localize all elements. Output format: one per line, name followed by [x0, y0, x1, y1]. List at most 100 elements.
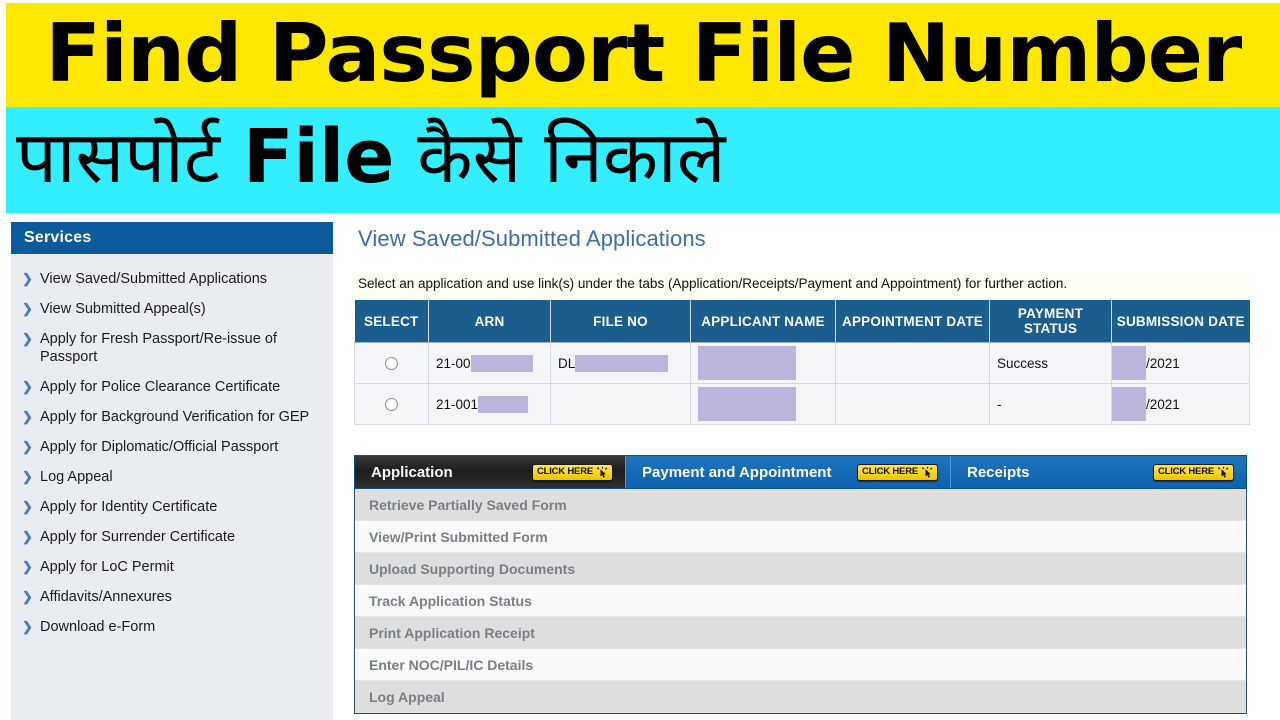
- sidebar-item-10[interactable]: ❯ Affidavits/Annexures: [11, 588, 334, 606]
- sidebar-item-6[interactable]: ❯ Log Appeal: [11, 468, 334, 486]
- panel-link-0[interactable]: Retrieve Partially Saved Form: [355, 489, 1246, 521]
- panel-link-4[interactable]: Print Application Receipt: [355, 617, 1246, 649]
- panel-link-5[interactable]: Enter NOC/PIL/IC Details: [355, 649, 1246, 681]
- cell-applicant-name: [690, 342, 836, 384]
- click-cursor-icon: [596, 466, 608, 478]
- cell-select[interactable]: [354, 342, 429, 384]
- file-no-value: DL: [558, 343, 683, 383]
- instruction-text: Select an application and use link(s) un…: [354, 274, 1250, 299]
- sidebar-item-label: Apply for Surrender Certificate: [40, 529, 236, 545]
- click-here-label: CLICK HERE: [1157, 466, 1214, 477]
- redaction-block: [575, 354, 669, 372]
- column-header-select: SELECT: [354, 300, 429, 343]
- cell-appointment-date: [835, 383, 990, 425]
- arn-value: 21-00: [436, 343, 543, 383]
- sidebar-item-1[interactable]: ❯ View Submitted Appeal(s): [11, 300, 334, 318]
- sidebar-item-3[interactable]: ❯ Apply for Police Clearance Certificate: [11, 378, 334, 396]
- panel-link-1[interactable]: View/Print Submitted Form: [355, 521, 1246, 553]
- tab-label: Application: [371, 463, 453, 481]
- click-here-badge[interactable]: CLICK HERE: [1152, 463, 1234, 481]
- sidebar-item-label: Apply for Fresh Passport/Re-issue of Pas…: [40, 331, 277, 365]
- panel-link-label: Retrieve Partially Saved Form: [369, 496, 567, 513]
- chevron-right-icon: ❯: [22, 379, 33, 394]
- applications-table: SELECT ARN FILE NO APPLICANT NAME APPOIN…: [354, 300, 1250, 425]
- cell-submission-date: /2021: [1111, 383, 1250, 425]
- cell-applicant-name: [690, 383, 836, 425]
- table-row[interactable]: 21-00 DL Success/2021: [354, 342, 1250, 384]
- applicant-name-value: [698, 384, 828, 424]
- sidebar-header: Services: [11, 222, 334, 254]
- chevron-right-icon: ❯: [22, 619, 33, 634]
- row-radio-1[interactable]: [385, 397, 398, 411]
- arn-prefix: 21-00: [436, 355, 471, 371]
- sidebar-item-label: Apply for Police Clearance Certificate: [40, 379, 281, 395]
- sidebar-item-4[interactable]: ❯ Apply for Background Verification for G…: [11, 408, 334, 426]
- sidebar-item-9[interactable]: ❯ Apply for LoC Permit: [11, 558, 334, 576]
- sidebar-item-label: Apply for LoC Permit: [40, 559, 174, 575]
- chevron-right-icon: ❯: [22, 559, 33, 574]
- column-header-file-no: FILE NO: [550, 300, 691, 343]
- banner-hindi-bold-word: File: [242, 114, 395, 200]
- redaction-block: [1112, 346, 1146, 380]
- click-here-badge[interactable]: CLICK HERE: [531, 463, 613, 481]
- row-radio-0[interactable]: [385, 356, 398, 370]
- click-here-badge[interactable]: CLICK HERE: [856, 463, 938, 481]
- sidebar-item-11[interactable]: ❯ Download e-Form: [11, 618, 334, 636]
- column-header-applicant-name: APPLICANT NAME: [690, 300, 836, 343]
- submission-date-value: /2021: [1112, 343, 1249, 383]
- table-header-row: SELECT ARN FILE NO APPLICANT NAME APPOIN…: [354, 300, 1250, 343]
- panel-link-label: View/Print Submitted Form: [369, 528, 548, 545]
- cell-appointment-date: [835, 342, 990, 384]
- click-here-label: CLICK HERE: [536, 466, 593, 477]
- tab-payment-and-appointment[interactable]: Payment and Appointment CLICK HERE: [625, 456, 950, 488]
- click-cursor-icon: [921, 466, 933, 478]
- sidebar-item-label: Apply for Diplomatic/Official Passport: [40, 439, 279, 455]
- banner-english-title: Find Passport File Number: [45, 7, 1242, 100]
- chevron-right-icon: ❯: [22, 271, 33, 286]
- sidebar-item-label: Download e-Form: [40, 619, 156, 635]
- tab-application[interactable]: Application CLICK HERE: [355, 456, 625, 488]
- video-title-banner: Find Passport File Number पासपोर्ट File …: [0, 0, 1280, 213]
- sidebar-item-0[interactable]: ❯ View Saved/Submitted Applications: [11, 270, 334, 288]
- applicant-name-value: [698, 343, 828, 383]
- column-header-appointment-date: APPOINTMENT DATE: [835, 300, 990, 343]
- sidebar-menu: ❯ View Saved/Submitted Applications ❯ View …: [11, 254, 334, 720]
- click-cursor-icon: [1217, 466, 1229, 478]
- tab-strip: Application CLICK HERE Payment and Appoint…: [354, 455, 1247, 489]
- panel-link-label: Enter NOC/PIL/IC Details: [369, 656, 534, 673]
- tab-label: Receipts: [967, 463, 1030, 481]
- panel-link-label: Log Appeal: [369, 688, 445, 705]
- panel-link-6[interactable]: Log Appeal: [355, 681, 1246, 713]
- sidebar-item-5[interactable]: ❯ Apply for Diplomatic/Official Passport: [11, 438, 334, 456]
- table-row[interactable]: 21-001 - /2021: [354, 383, 1250, 425]
- sidebar-item-7[interactable]: ❯ Apply for Identity Certificate: [11, 498, 334, 516]
- sidebar-item-label: View Submitted Appeal(s): [40, 301, 206, 317]
- main-content: View Saved/Submitted Applications Select…: [333, 213, 1280, 720]
- redaction-block: [698, 346, 796, 380]
- chevron-right-icon: ❯: [22, 409, 33, 424]
- column-header-submission-date: SUBMISSION DATE: [1111, 300, 1250, 343]
- tab-panel-application: Retrieve Partially Saved Form View/Print …: [354, 489, 1247, 714]
- cell-payment-status: Success: [989, 342, 1112, 384]
- banner-hindi-band: पासपोर्ट File कैसे निकाले: [0, 107, 1280, 213]
- chevron-right-icon: ❯: [22, 439, 33, 454]
- column-header-arn: ARN: [428, 300, 551, 343]
- column-header-payment-status: PAYMENT STATUS: [989, 300, 1112, 343]
- redaction-block: [478, 395, 529, 413]
- cell-select[interactable]: [354, 383, 429, 425]
- arn-value: 21-001: [436, 384, 543, 424]
- sidebar-item-8[interactable]: ❯ Apply for Surrender Certificate: [11, 528, 334, 546]
- page-body: Services ❯ View Saved/Submitted Applicati…: [0, 213, 1280, 720]
- cell-payment-status: -: [989, 383, 1112, 425]
- arn-prefix: 21-001: [436, 396, 479, 412]
- chevron-right-icon: ❯: [22, 529, 33, 544]
- tab-receipts[interactable]: Receipts CLICK HERE: [950, 456, 1246, 488]
- sidebar-item-label: Log Appeal: [40, 469, 113, 485]
- panel-link-3[interactable]: Track Application Status: [355, 585, 1246, 617]
- sidebar-item-2[interactable]: ❯ Apply for Fresh Passport/Re-issue of Pa…: [11, 330, 334, 366]
- cell-file-no: [550, 383, 691, 425]
- chevron-right-icon: ❯: [22, 469, 33, 484]
- chevron-right-icon: ❯: [22, 499, 33, 514]
- panel-link-label: Track Application Status: [369, 592, 532, 609]
- panel-link-2[interactable]: Upload Supporting Documents: [355, 553, 1246, 585]
